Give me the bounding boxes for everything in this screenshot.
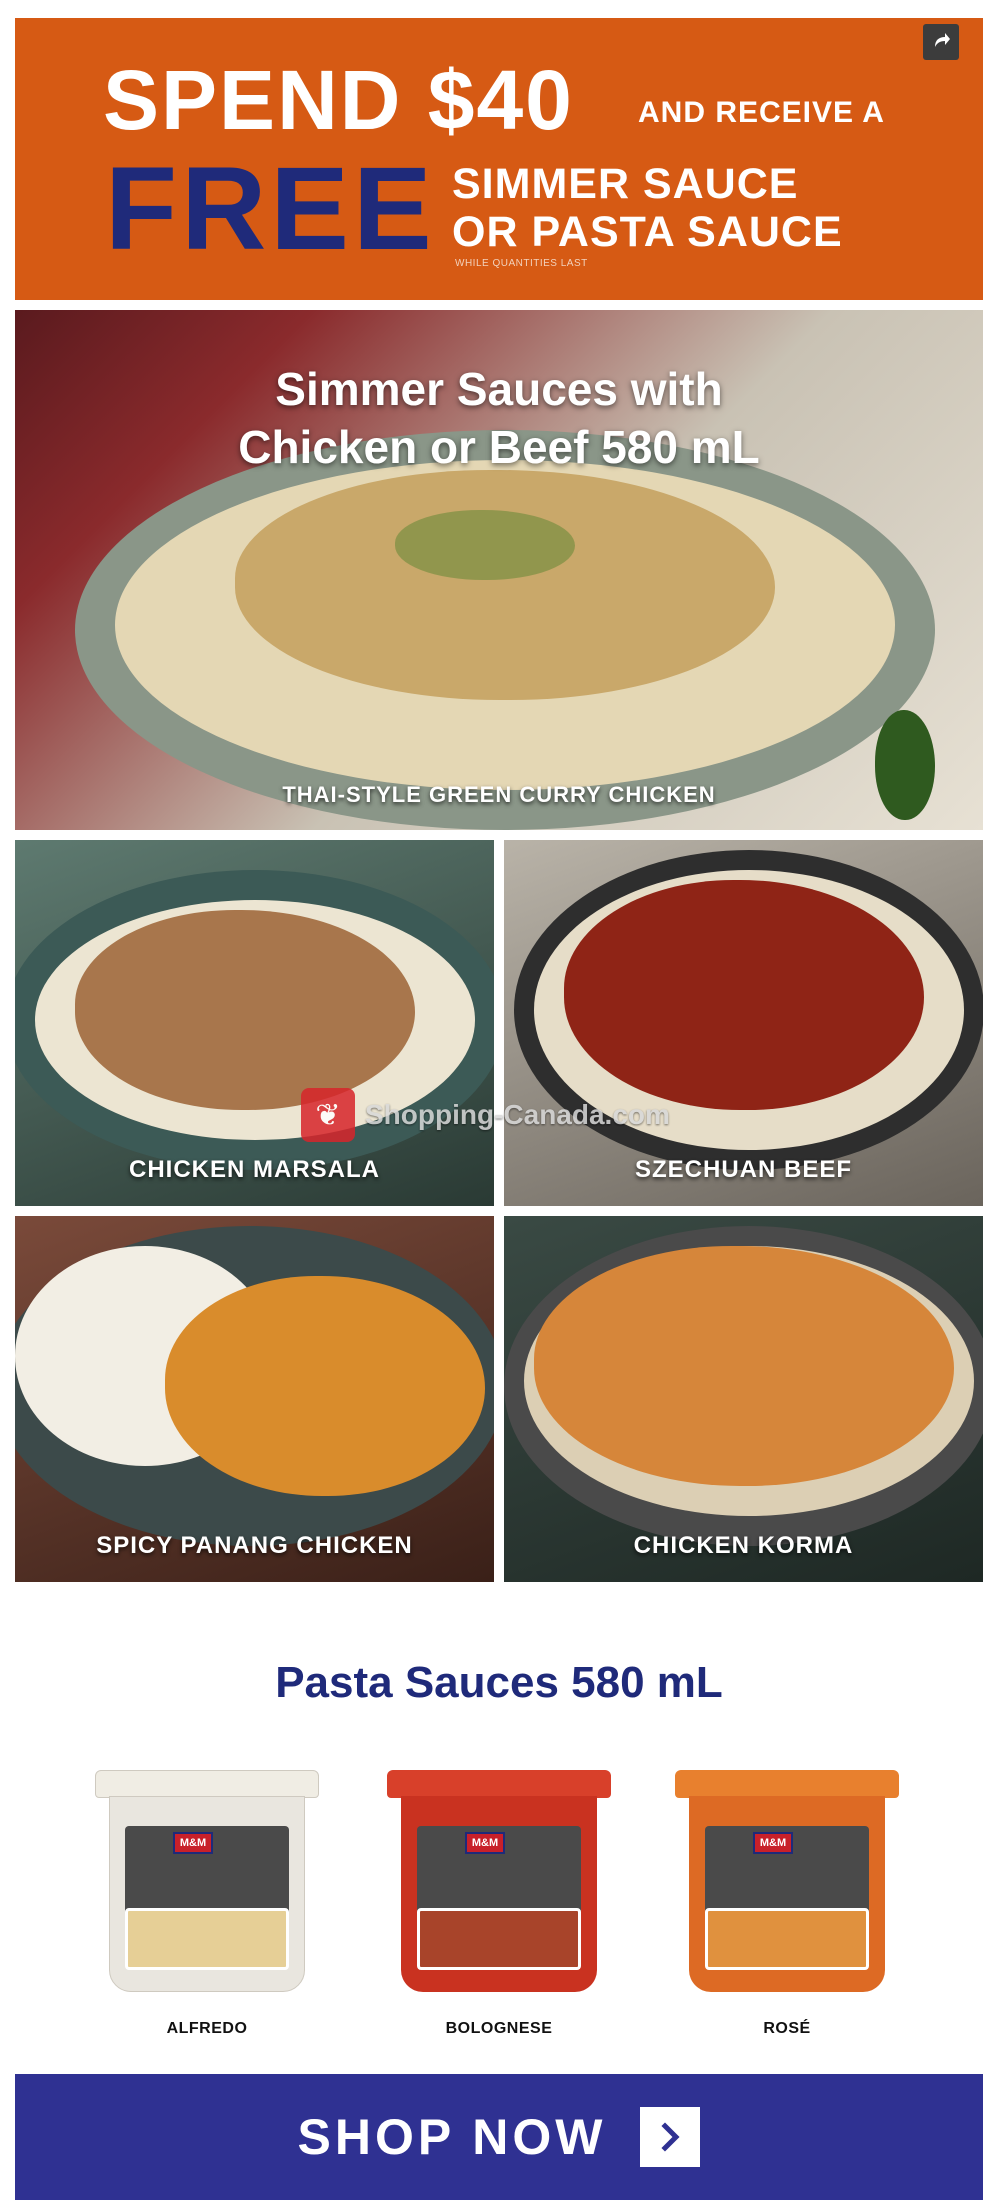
watermark: ❦ Shopping-Canada.com [301,1088,670,1142]
dish-caption: SPICY PANANG CHICKEN [96,1532,413,1559]
promo-offer-line2: OR PASTA SAUCE [452,208,843,256]
jar-window [705,1908,869,1970]
promo-banner[interactable]: SPEND $40 AND RECEIVE A FREE SIMMER SAUC… [15,18,983,300]
brand-logo: M&M [753,1832,793,1854]
dish-sauce [75,910,415,1110]
dish-sauce [534,1246,954,1486]
dish-tile-chicken-korma[interactable]: CHICKEN KORMA [504,1216,983,1582]
dish-tile-spicy-panang-chicken[interactable]: SPICY PANANG CHICKEN [15,1216,494,1582]
dish-sauce [564,880,924,1110]
jar-name: BOLOGNESE [445,2020,553,2037]
dish-caption: CHICKEN MARSALA [129,1156,380,1183]
promo-offer-line1: SIMMER SAUCE [452,160,799,208]
chevron-right-glyph [661,2122,680,2152]
hero-caption: THAI-STYLE GREEN CURRY CHICKEN [282,782,716,807]
hero-green-curry-tile[interactable]: Simmer Sauces with Chicken or Beef 580 m… [15,310,983,830]
shop-now-label: SHOP NOW [297,2109,607,2165]
jar-window [417,1908,581,1970]
hero-headline-line2: Chicken or Beef 580 mL [238,421,760,473]
promo-free-text: FREE [105,143,436,275]
jar-lid [387,1770,611,1798]
hero-curry [235,470,775,700]
chevron-right-icon [640,2107,701,2167]
jar-name: ALFREDO [166,2020,248,2037]
jar-window [125,1908,289,1970]
dish-sauce [165,1276,485,1496]
dish-tile-szechuan-beef[interactable]: SZECHUAN BEEF [504,840,983,1206]
promo-spend-text: SPEND $40 [103,53,574,147]
brand-logo: M&M [465,1832,505,1854]
jar-lid [675,1770,899,1798]
hero-headline: Simmer Sauces with Chicken or Beef 580 m… [15,360,983,476]
jar-lid [95,1770,319,1798]
share-arrow-icon [935,33,950,47]
dish-caption: SZECHUAN BEEF [634,1156,852,1183]
maple-leaf-icon: ❦ [301,1088,355,1142]
shop-now-button[interactable]: SHOP NOW [15,2074,983,2200]
hero-headline-line1: Simmer Sauces with [275,363,723,415]
email-flyer: SPEND $40 AND RECEIVE A FREE SIMMER SAUC… [15,18,983,2200]
jar-alfredo[interactable]: M&M [95,1770,319,2000]
dish-caption: CHICKEN KORMA [633,1532,854,1559]
dish-tile-chicken-marsala[interactable]: CHICKEN MARSALA [15,840,494,1206]
watermark-text: Shopping-Canada.com [365,1099,670,1130]
promo-fine-print: WHILE QUANTITIES LAST [455,258,588,269]
jar-bolognese[interactable]: M&M [387,1770,611,2000]
pasta-section-title: Pasta Sauces 580 mL [275,1658,723,1707]
hero-garnish [395,510,575,580]
brand-logo: M&M [173,1832,213,1854]
promo-receive-text: AND RECEIVE A [638,96,885,129]
share-icon[interactable] [923,24,959,60]
jar-name: ROSÉ [763,2020,811,2037]
jar-rose[interactable]: M&M [675,1770,899,2000]
